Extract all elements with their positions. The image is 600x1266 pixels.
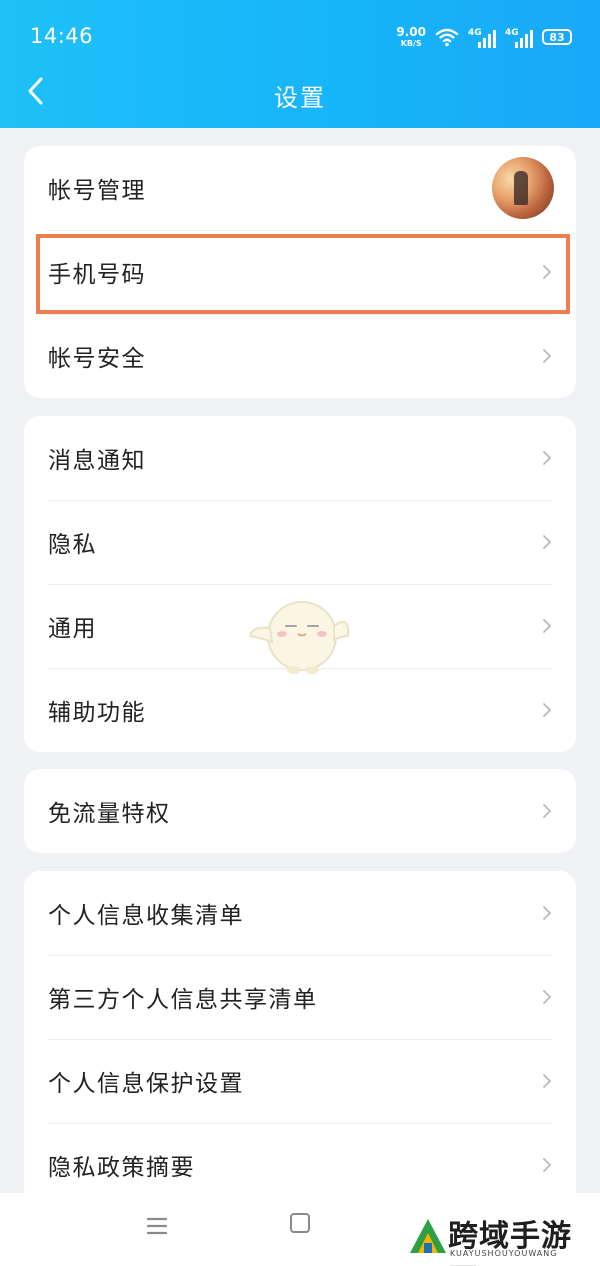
settings-group-data-privilege: 免流量特权 [24, 769, 576, 853]
network-speed-value: 9.00 [396, 25, 426, 39]
mascot-sticker [248, 601, 350, 674]
signal-icon: 4G [468, 26, 496, 48]
settings-item-label: 辅助功能 [48, 700, 146, 726]
network-speed-unit: KB/S [400, 39, 422, 48]
chevron-right-icon [543, 265, 552, 279]
settings-item-phone-number[interactable]: 手机号码 [24, 230, 576, 314]
chevron-right-icon [543, 619, 552, 633]
watermark-logo-icon [410, 1219, 446, 1253]
settings-item-privacy[interactable]: 隐私 [24, 500, 576, 584]
settings-item-label: 手机号码 [48, 262, 146, 288]
settings-item-label: 免流量特权 [48, 801, 171, 827]
settings-item-label: 隐私政策摘要 [48, 1155, 195, 1181]
battery-level: 83 [549, 30, 565, 44]
chevron-right-icon [543, 535, 552, 549]
chevron-right-icon [543, 804, 552, 818]
app-header: 14:46 9.00 KB/S 4G 4G 83 设置 [0, 0, 600, 128]
settings-item-notifications[interactable]: 消息通知 [24, 416, 576, 500]
settings-item-label: 个人信息收集清单 [48, 903, 244, 929]
watermark: 跨域手游网 KUAYUSHOUYOUWANG [406, 1211, 596, 1266]
battery-icon: 83 [542, 29, 572, 45]
status-bar: 14:46 9.00 KB/S 4G 4G 83 [0, 0, 600, 76]
chevron-right-icon [543, 349, 552, 363]
wifi-icon [435, 28, 459, 47]
settings-item-label: 第三方个人信息共享清单 [48, 987, 318, 1013]
settings-group-account: 帐号管理 手机号码 帐号安全 [24, 146, 576, 398]
settings-item-label: 帐号安全 [48, 346, 146, 372]
settings-item-label: 个人信息保护设置 [48, 1071, 244, 1097]
settings-item-info-collection-list[interactable]: 个人信息收集清单 [24, 871, 576, 955]
system-nav-bar: 跨域手游网 KUAYUSHOUYOUWANG [0, 1193, 600, 1266]
settings-group-personal-info: 个人信息收集清单 第三方个人信息共享清单 个人信息保护设置 隐私政策摘要 [24, 871, 576, 1207]
settings-item-info-protection[interactable]: 个人信息保护设置 [24, 1039, 576, 1123]
chevron-right-icon [543, 1158, 552, 1172]
settings-item-label: 消息通知 [48, 448, 146, 474]
settings-item-account-management[interactable]: 帐号管理 [24, 146, 576, 230]
settings-group-general: 消息通知 隐私 通用 辅助功能 [24, 416, 576, 752]
chevron-right-icon [543, 1074, 552, 1088]
chevron-right-icon [543, 906, 552, 920]
network-speed: 9.00 KB/S [396, 26, 426, 48]
chevron-right-icon [543, 703, 552, 717]
avatar [492, 157, 554, 219]
status-icons: 9.00 KB/S 4G 4G 83 [396, 24, 572, 50]
settings-item-account-security[interactable]: 帐号安全 [24, 314, 576, 398]
settings-item-third-party-sharing[interactable]: 第三方个人信息共享清单 [24, 955, 576, 1039]
chevron-right-icon [543, 451, 552, 465]
settings-item-free-data[interactable]: 免流量特权 [24, 769, 576, 853]
home-icon[interactable] [290, 1213, 310, 1233]
settings-item-label: 帐号管理 [48, 178, 146, 204]
signal-icon: 4G [505, 26, 533, 48]
status-time: 14:46 [30, 24, 94, 48]
chevron-right-icon [543, 990, 552, 1004]
menu-icon[interactable] [146, 1215, 168, 1237]
settings-item-label: 隐私 [48, 532, 97, 558]
settings-item-accessibility[interactable]: 辅助功能 [24, 668, 576, 752]
watermark-subtext: KUAYUSHOUYOUWANG [450, 1249, 558, 1258]
settings-item-label: 通用 [48, 616, 97, 642]
page-title: 设置 [274, 84, 326, 112]
